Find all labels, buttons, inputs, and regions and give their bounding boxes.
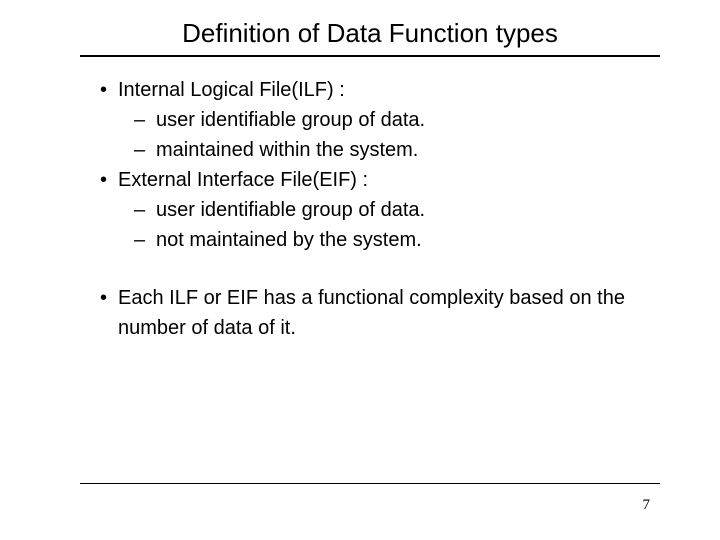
bullet-item: Each ILF or EIF has a functional complex… [100,283,660,343]
bullet-text: Each ILF or EIF has a functional complex… [118,287,625,339]
page-number: 7 [643,497,651,514]
slide: Definition of Data Function types Intern… [0,0,720,540]
sub-bullet-item: maintained within the system. [130,135,660,165]
bullet-item: External Interface File(EIF) : [100,165,660,195]
sub-bullet-item: user identifiable group of data. [130,105,660,135]
sub-bullet-text: user identifiable group of data. [156,109,425,131]
sub-bullet-item: user identifiable group of data. [130,195,660,225]
sub-bullet-text: maintained within the system. [156,139,418,161]
bullet-item: Internal Logical File(ILF) : [100,75,660,105]
bullet-text: External Interface File(EIF) : [118,169,368,191]
sub-bullet-text: not maintained by the system. [156,229,422,251]
spacer [100,255,660,283]
title-area: Definition of Data Function types [80,0,660,57]
sub-bullet-item: not maintained by the system. [130,225,660,255]
slide-content: Internal Logical File(ILF) : user identi… [0,57,720,343]
sub-bullet-text: user identifiable group of data. [156,199,425,221]
footer-divider [80,483,660,484]
slide-title: Definition of Data Function types [80,18,660,49]
bullet-text: Internal Logical File(ILF) : [118,79,345,101]
